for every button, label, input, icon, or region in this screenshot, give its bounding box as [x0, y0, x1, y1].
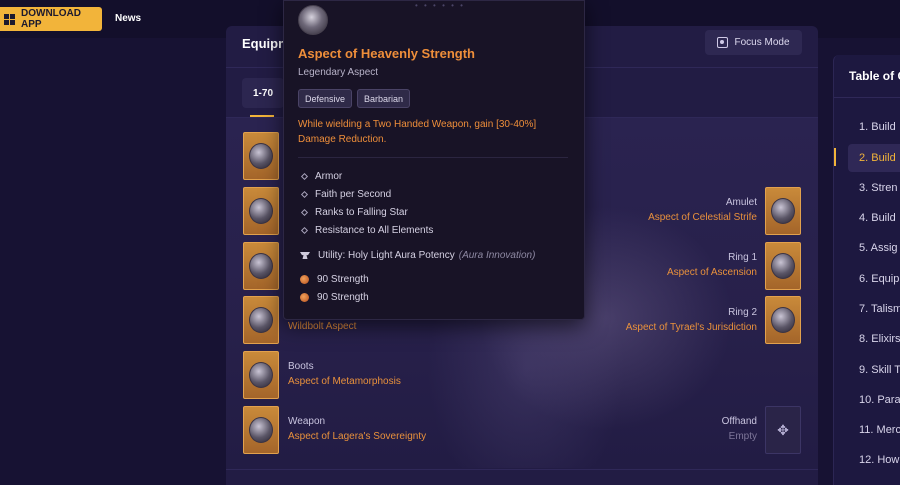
toc-item-active[interactable]: 2. Build — [859, 152, 896, 164]
gear-slot-boots[interactable] — [243, 351, 279, 399]
toc-item[interactable]: 1. Build — [859, 121, 896, 133]
weapon-icon — [249, 417, 273, 443]
divider — [298, 157, 568, 158]
gear-icon-chest — [249, 198, 273, 224]
tooltip-tags: Defensive Barbarian — [298, 89, 411, 108]
focus-icon — [717, 37, 729, 48]
tab-1-70[interactable]: 1-70 — [242, 78, 284, 108]
slot-label: Boots — [288, 361, 314, 372]
toc-item[interactable]: 11. Merc — [859, 424, 900, 436]
strength-icon — [300, 293, 309, 302]
toc-item[interactable]: 7. Talism — [859, 303, 900, 315]
utility-note: (Aura Innovation) — [458, 250, 536, 261]
slot-aspect[interactable]: Wildbolt Aspect — [288, 321, 356, 332]
toc-item[interactable]: 12. How — [859, 454, 899, 466]
focus-mode-label: Focus Mode — [734, 37, 790, 48]
diamond-bullet-icon — [300, 172, 309, 181]
stat-row: Faith per Second — [300, 189, 392, 200]
tag-badge: Defensive — [298, 89, 353, 108]
download-app-label: DOWNLOAD APP — [21, 8, 81, 30]
stat-text: Ranks to Falling Star — [315, 207, 408, 218]
gear-slot-amulet[interactable] — [765, 187, 801, 235]
toc-item[interactable]: 4. Build — [859, 212, 896, 224]
toc-item[interactable]: 5. Assig — [859, 242, 898, 254]
gear-slot-ring-2[interactable] — [765, 296, 801, 344]
slot-aspect[interactable]: Aspect of Ascension — [667, 267, 757, 278]
diamond-bullet-icon — [300, 226, 309, 235]
empty-slot-icon: ✥ — [777, 421, 789, 438]
stat-row: Ranks to Falling Star — [300, 207, 408, 218]
gear-slot-3[interactable] — [243, 242, 279, 290]
tooltip-subtitle: Legendary Aspect — [298, 67, 379, 78]
slot-label: Offhand — [721, 416, 757, 427]
toc-item[interactable]: 6. Equip — [859, 273, 899, 285]
table-of-contents: Table of C 1. Build 2. Build 3. Stren 4.… — [833, 55, 900, 485]
boots-icon — [249, 362, 273, 388]
aspect-tooltip: • • • • • • Aspect of Heavenly Strength … — [283, 0, 585, 320]
gear-icon-gloves — [249, 253, 273, 279]
slot-label: Ring 1 — [728, 252, 757, 263]
amulet-icon — [771, 198, 795, 224]
toc-scroll-marker — [834, 148, 836, 166]
gear-icon-pants — [249, 307, 273, 333]
gear-slot-weapon[interactable] — [243, 406, 279, 454]
gear-slot-ring-1[interactable] — [765, 242, 801, 290]
tooltip-description: While wielding a Two Handed Weapon, gain… — [298, 119, 537, 145]
gear-slot-2[interactable] — [243, 187, 279, 235]
stat-text: Armor — [315, 171, 343, 182]
strength-text: 90 Strength — [317, 274, 369, 285]
download-app-button[interactable]: DOWNLOAD APP — [0, 7, 102, 31]
ring-icon — [771, 307, 795, 333]
tooltip-decoration: • • • • • • — [415, 1, 465, 10]
stat-row: Armor — [300, 171, 343, 182]
slot-aspect[interactable]: Aspect of Celestial Strife — [648, 212, 757, 223]
anvil-icon — [300, 252, 310, 259]
ring-icon — [771, 253, 795, 279]
gear-slot-offhand[interactable]: ✥ — [765, 406, 801, 454]
nav-news-link[interactable]: News — [115, 13, 141, 24]
strength-row: 90 Strength — [300, 292, 369, 303]
aspect-icon — [298, 5, 328, 35]
slot-aspect[interactable]: Aspect of Lagera's Sovereignty — [288, 431, 426, 442]
divider — [226, 469, 818, 470]
utility-row: Utility: Holy Light Aura Potency (Aura I… — [300, 250, 535, 261]
gear-slot-4[interactable] — [243, 296, 279, 344]
strength-text: 90 Strength — [317, 292, 369, 303]
strength-row: 90 Strength — [300, 274, 369, 285]
slot-label: Ring 2 — [728, 307, 757, 318]
toc-title: Table of C — [849, 69, 900, 83]
focus-mode-button[interactable]: Focus Mode — [705, 30, 802, 55]
tag-badge: Barbarian — [357, 89, 411, 108]
tooltip-title: Aspect of Heavenly Strength — [298, 46, 475, 61]
toc-item[interactable]: 3. Stren — [859, 182, 898, 194]
stat-text: Faith per Second — [315, 189, 392, 200]
stat-text: Resistance to All Elements — [315, 225, 434, 236]
slot-aspect[interactable]: Aspect of Metamorphosis — [288, 376, 401, 387]
slot-label: Weapon — [288, 416, 326, 427]
divider — [834, 97, 900, 98]
diamond-bullet-icon — [300, 208, 309, 217]
slot-label: Amulet — [725, 197, 757, 208]
active-tab-indicator — [250, 115, 274, 117]
gear-slot-1[interactable] — [243, 132, 279, 180]
slot-empty-text: Empty — [728, 431, 757, 442]
slot-aspect[interactable]: Aspect of Tyrael's Jurisdiction — [626, 322, 757, 333]
toc-item[interactable]: 10. Para — [859, 394, 900, 406]
toc-item[interactable]: 8. Elixirs — [859, 333, 900, 345]
windows-icon — [4, 13, 15, 25]
stat-row: Resistance to All Elements — [300, 225, 434, 236]
strength-icon — [300, 275, 309, 284]
gear-icon-helm — [249, 143, 273, 169]
diamond-bullet-icon — [300, 190, 309, 199]
toc-item[interactable]: 9. Skill T — [859, 364, 900, 376]
utility-text: Utility: Holy Light Aura Potency — [318, 250, 455, 261]
